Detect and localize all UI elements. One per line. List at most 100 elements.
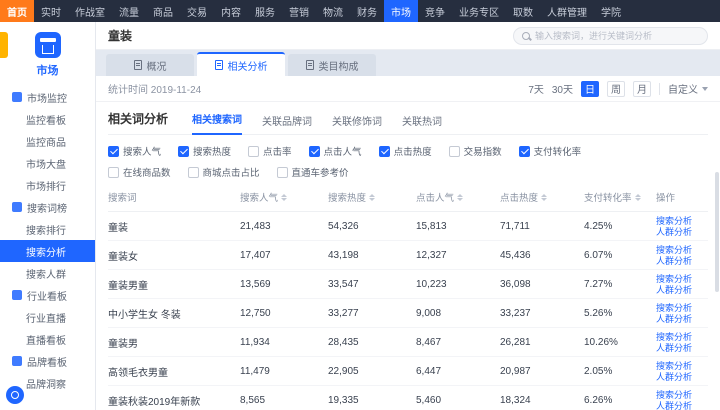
nav-item-realtime[interactable]: 实时 xyxy=(34,0,68,22)
col-pay-rate[interactable]: 支付转化率 xyxy=(584,190,656,204)
granularity-month-button[interactable]: 月 xyxy=(633,81,651,97)
click-pop-cell: 8,467 xyxy=(416,337,500,348)
checkbox-trade-index[interactable]: 交易指数 xyxy=(449,144,502,158)
sidebar-item-industry-board[interactable]: 行业看板 xyxy=(0,284,95,306)
crowd-analysis-link[interactable]: 人群分析 xyxy=(656,256,708,266)
search-analysis-link[interactable]: 搜索分析 xyxy=(656,245,708,255)
checkbox-online-items[interactable]: 在线商品数 xyxy=(108,165,171,179)
sidebar-item-label: 市场监控 xyxy=(27,90,67,105)
col-keyword: 搜索词 xyxy=(108,190,240,204)
checkbox-search-heat[interactable]: 搜索热度 xyxy=(178,144,231,158)
checkbox-ztc-ref-price[interactable]: 直通车参考价 xyxy=(277,165,349,179)
vertical-scrollbar[interactable] xyxy=(715,172,719,292)
sidebar-item-market-monitor[interactable]: 市场监控 xyxy=(0,86,95,108)
nav-item-trade[interactable]: 交易 xyxy=(180,0,214,22)
sidebar-item-search-analysis[interactable]: 搜索分析 xyxy=(0,240,95,262)
search-input[interactable] xyxy=(535,31,699,41)
col-search-pop[interactable]: 搜索人气 xyxy=(240,190,328,204)
checkbox-label: 搜索人气 xyxy=(123,144,161,158)
subtab-related-search-words[interactable]: 相关搜索词 xyxy=(192,111,242,135)
sort-icon[interactable] xyxy=(369,194,375,201)
nav-item-crowd-mgmt[interactable]: 人群管理 xyxy=(540,0,594,22)
checkbox-mall-click-share[interactable]: 商城点击占比 xyxy=(188,165,260,179)
crowd-analysis-link[interactable]: 人群分析 xyxy=(656,401,708,410)
search-heat-cell: 22,905 xyxy=(328,366,416,377)
col-click-pop[interactable]: 点击人气 xyxy=(416,190,500,204)
sidebar-item-monitor-goods[interactable]: 监控商品 xyxy=(0,130,95,152)
search-heat-cell: 28,435 xyxy=(328,337,416,348)
keyword-search-box[interactable] xyxy=(513,27,708,45)
sort-icon[interactable] xyxy=(541,194,547,201)
nav-item-traffic[interactable]: 流量 xyxy=(112,0,146,22)
subtab-hot-words[interactable]: 关联热词 xyxy=(402,113,442,135)
click-heat-cell: 71,711 xyxy=(500,221,584,232)
sidebar-item-monitor-board[interactable]: 监控看板 xyxy=(0,108,95,130)
nav-item-market[interactable]: 市场 xyxy=(384,0,418,22)
table-row: 童装男童 13,569 33,547 10,223 36,098 7.27% 搜… xyxy=(108,270,708,299)
sidebar-item-market-ranking[interactable]: 市场排行 xyxy=(0,174,95,196)
sidebar-item-search-crowd[interactable]: 搜索人群 xyxy=(0,262,95,284)
crowd-analysis-link[interactable]: 人群分析 xyxy=(656,314,708,324)
checkbox-click-heat[interactable]: 点击热度 xyxy=(379,144,432,158)
subtab-modifier-words[interactable]: 关联修饰词 xyxy=(332,113,382,135)
range-30d-button[interactable]: 30天 xyxy=(552,81,573,96)
sidebar-item-search-words[interactable]: 搜索词榜 xyxy=(0,196,95,218)
category-title[interactable]: 童装 xyxy=(108,27,132,44)
search-analysis-link[interactable]: 搜索分析 xyxy=(656,361,708,371)
granularity-day-button[interactable]: 日 xyxy=(581,81,599,97)
checkbox-search-pop[interactable]: 搜索人气 xyxy=(108,144,161,158)
date-bar: 统计时间 2019-11-24 7天 30天 日 周 月 自定义 xyxy=(96,76,720,102)
nav-item-academy[interactable]: 学院 xyxy=(594,0,628,22)
crowd-analysis-link[interactable]: 人群分析 xyxy=(656,372,708,382)
nav-item-warroom[interactable]: 作战室 xyxy=(68,0,112,22)
checkbox-click-rate[interactable]: 点击率 xyxy=(248,144,292,158)
search-analysis-link[interactable]: 搜索分析 xyxy=(656,332,708,342)
sidebar-item-live-board[interactable]: 直播看板 xyxy=(0,328,95,350)
nav-item-business-zone[interactable]: 业务专区 xyxy=(452,0,506,22)
nav-item-marketing[interactable]: 营销 xyxy=(282,0,316,22)
checkbox-click-pop[interactable]: 点击人气 xyxy=(309,144,362,158)
sidebar-item-brand-board[interactable]: 品牌看板 xyxy=(0,350,95,372)
sidebar-item-label: 搜索排行 xyxy=(26,222,66,237)
search-heat-cell: 33,277 xyxy=(328,308,416,319)
search-heat-cell: 43,198 xyxy=(328,250,416,261)
tab-overview[interactable]: 概况 xyxy=(106,54,194,76)
tab-related-analysis[interactable]: 相关分析 xyxy=(197,52,285,76)
side-quick-tag[interactable] xyxy=(0,32,8,58)
tab-category-composition[interactable]: 类目构成 xyxy=(288,54,376,76)
granularity-week-button[interactable]: 周 xyxy=(607,81,625,97)
checkbox-pay-conversion[interactable]: 支付转化率 xyxy=(519,144,582,158)
custom-range-dropdown[interactable]: 自定义 xyxy=(668,81,708,96)
nav-item-goods[interactable]: 商品 xyxy=(146,0,180,22)
sidebar-item-market-overview[interactable]: 市场大盘 xyxy=(0,152,95,174)
nav-item-home[interactable]: 首页 xyxy=(0,0,34,22)
search-analysis-link[interactable]: 搜索分析 xyxy=(656,303,708,313)
document-icon xyxy=(215,60,223,70)
nav-item-competition[interactable]: 竞争 xyxy=(418,0,452,22)
search-pop-cell: 21,483 xyxy=(240,221,328,232)
nav-item-finance[interactable]: 财务 xyxy=(350,0,384,22)
sort-icon[interactable] xyxy=(281,194,287,201)
search-analysis-link[interactable]: 搜索分析 xyxy=(656,274,708,284)
sidebar-item-search-ranking[interactable]: 搜索排行 xyxy=(0,218,95,240)
nav-item-logistics[interactable]: 物流 xyxy=(316,0,350,22)
search-analysis-link[interactable]: 搜索分析 xyxy=(656,216,708,226)
search-analysis-link[interactable]: 搜索分析 xyxy=(656,390,708,400)
crowd-analysis-link[interactable]: 人群分析 xyxy=(656,285,708,295)
nav-item-data-fetch[interactable]: 取数 xyxy=(506,0,540,22)
range-7d-button[interactable]: 7天 xyxy=(528,81,544,96)
col-click-heat[interactable]: 点击热度 xyxy=(500,190,584,204)
col-search-heat[interactable]: 搜索热度 xyxy=(328,190,416,204)
nav-item-content[interactable]: 内容 xyxy=(214,0,248,22)
sort-icon[interactable] xyxy=(457,194,463,201)
help-floating-button[interactable] xyxy=(6,386,24,404)
checkbox-icon xyxy=(108,167,119,178)
checkbox-icon xyxy=(277,167,288,178)
sidebar-item-industry-live[interactable]: 行业直播 xyxy=(0,306,95,328)
subtab-brand-words[interactable]: 关联品牌词 xyxy=(262,113,312,135)
crowd-analysis-link[interactable]: 人群分析 xyxy=(656,343,708,353)
crowd-analysis-link[interactable]: 人群分析 xyxy=(656,227,708,237)
search-icon xyxy=(522,32,530,40)
nav-item-service[interactable]: 服务 xyxy=(248,0,282,22)
sort-icon[interactable] xyxy=(635,194,641,201)
